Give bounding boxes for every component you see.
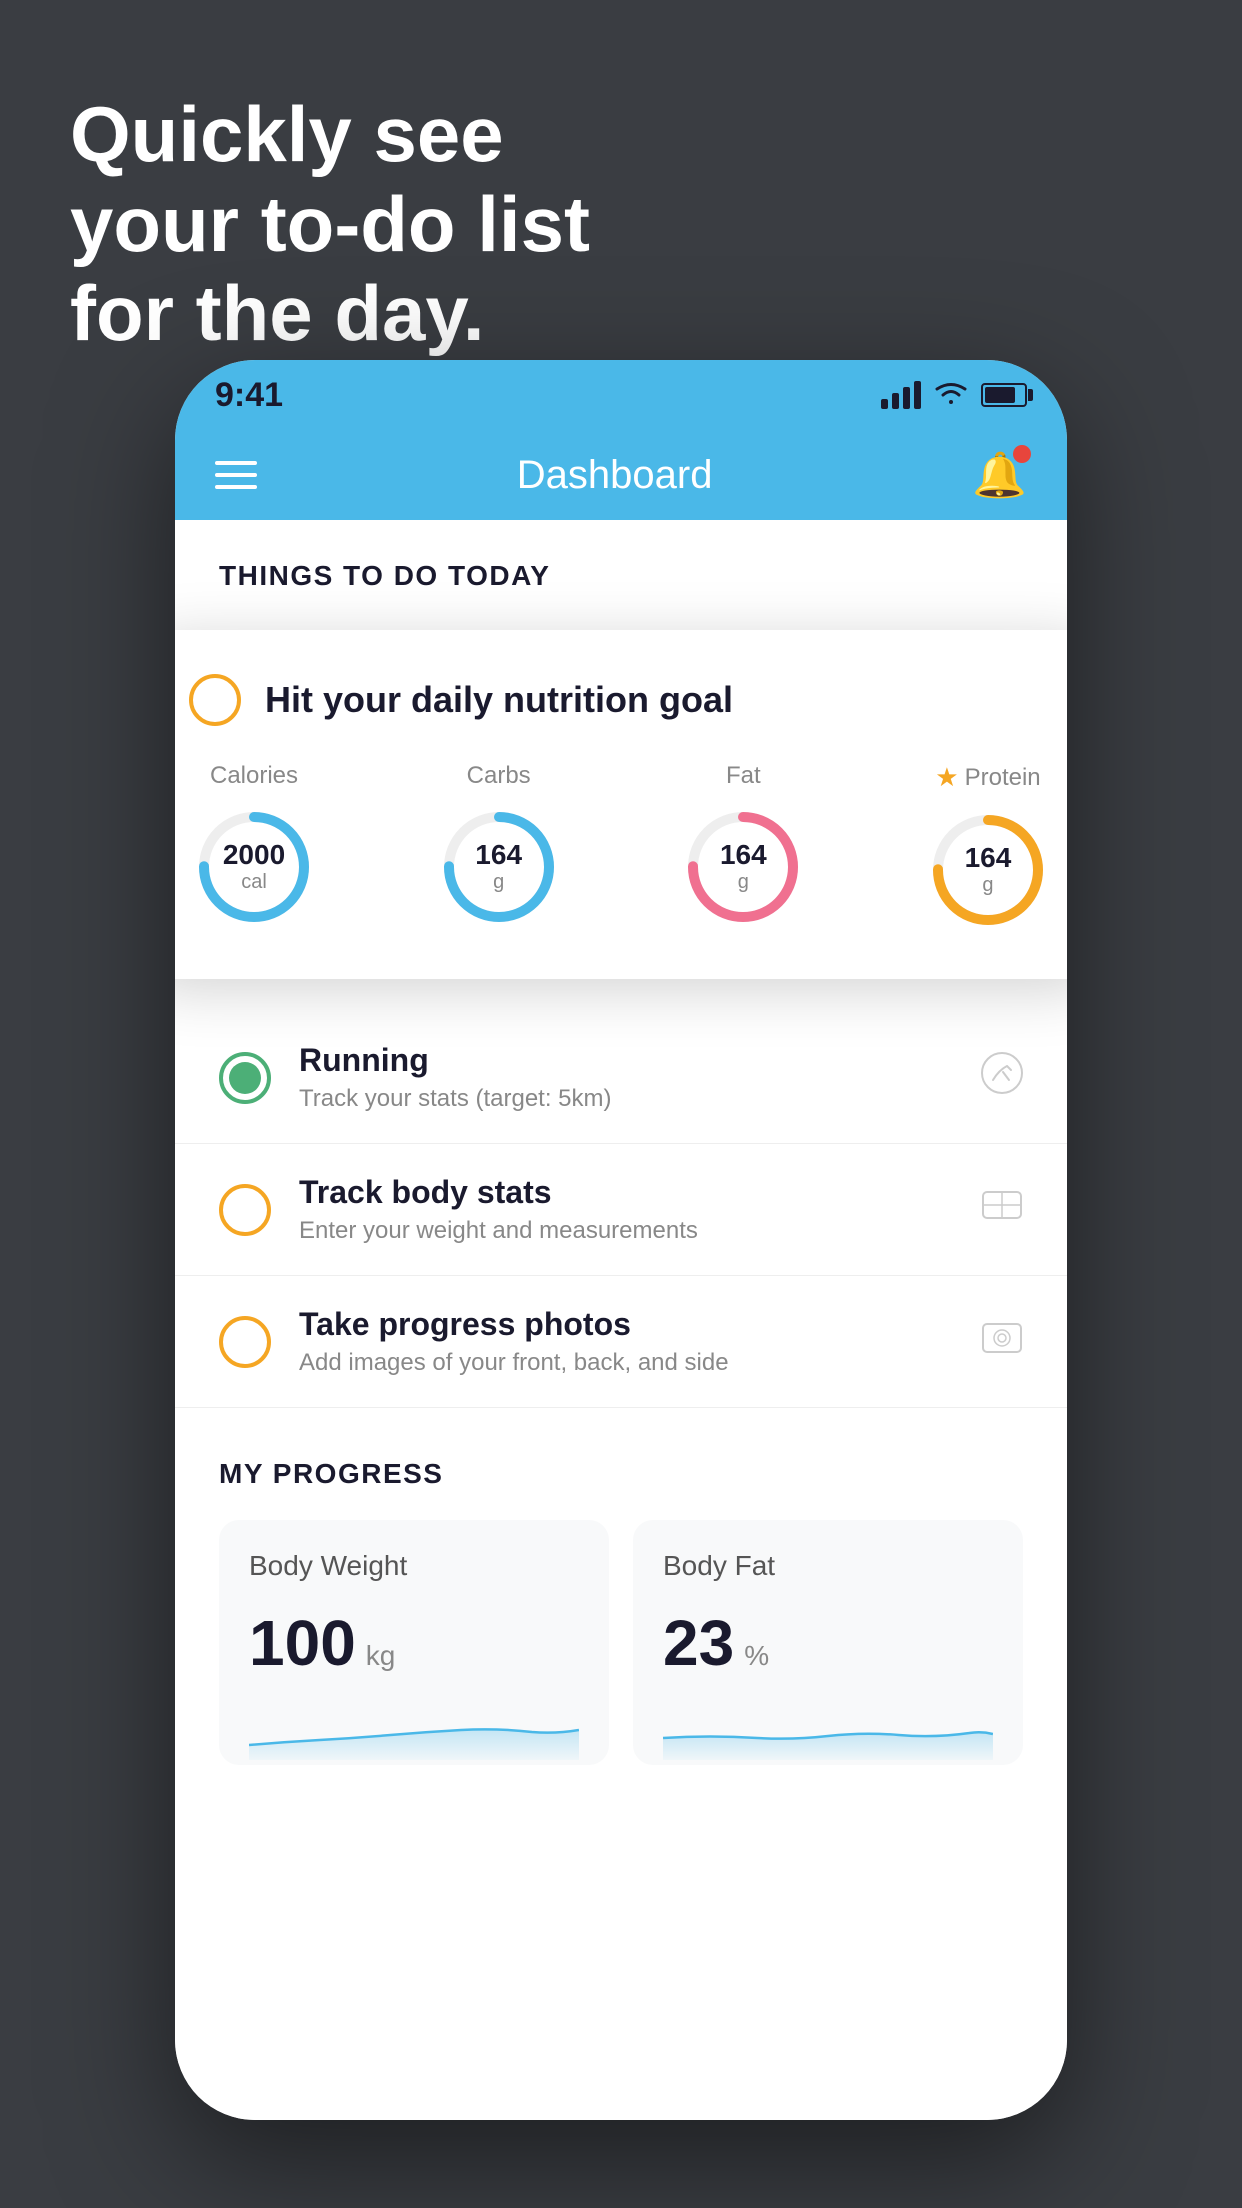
fat-ring: 164 g xyxy=(678,802,808,932)
todo-running[interactable]: Running Track your stats (target: 5km) xyxy=(175,1012,1067,1144)
signal-icon xyxy=(881,381,921,409)
protein-label: Protein xyxy=(965,764,1041,792)
protein-star-icon: ★ xyxy=(935,762,958,793)
running-icon xyxy=(981,1052,1023,1104)
carbs-ring: 164 g xyxy=(434,802,564,932)
todo-body-stats[interactable]: Track body stats Enter your weight and m… xyxy=(175,1144,1067,1276)
photos-check-circle[interactable] xyxy=(219,1316,271,1368)
nutrition-card-title: Hit your daily nutrition goal xyxy=(265,679,733,721)
todo-photos[interactable]: Take progress photos Add images of your … xyxy=(175,1276,1067,1408)
carbs-label: Carbs xyxy=(467,762,531,790)
body-fat-number: 23 xyxy=(663,1606,734,1680)
status-bar: 9:41 xyxy=(175,360,1067,430)
calories-value: 2000 xyxy=(223,840,285,871)
nutrition-calories: Calories 2000 cal xyxy=(189,762,319,935)
body-weight-title: Body Weight xyxy=(249,1550,579,1582)
status-icons xyxy=(881,378,1027,413)
nutrition-grid: Calories 2000 cal Carbs xyxy=(189,762,1053,935)
running-title: Running xyxy=(299,1042,953,1079)
things-to-do-header: THINGS TO DO TODAY xyxy=(175,520,1067,612)
body-weight-value-row: 100 kg xyxy=(249,1606,579,1680)
body-weight-sparkline xyxy=(249,1700,579,1760)
hero-text: Quickly see your to-do list for the day. xyxy=(70,90,590,359)
body-weight-number: 100 xyxy=(249,1606,356,1680)
body-stats-text: Track body stats Enter your weight and m… xyxy=(299,1174,953,1245)
body-stats-icon xyxy=(981,1184,1023,1236)
nutrition-check-circle[interactable] xyxy=(189,674,241,726)
body-stats-subtitle: Enter your weight and measurements xyxy=(299,1217,953,1245)
app-content: THINGS TO DO TODAY Hit your daily nutrit… xyxy=(175,520,1067,2120)
nutrition-fat: Fat 164 g xyxy=(678,762,808,935)
body-weight-unit: kg xyxy=(366,1640,396,1672)
todo-list: Running Track your stats (target: 5km) T… xyxy=(175,1012,1067,1408)
body-fat-sparkline xyxy=(663,1700,993,1760)
protein-ring: 164 g xyxy=(923,805,1053,935)
progress-section: MY PROGRESS Body Weight 100 kg xyxy=(175,1408,1067,1765)
running-subtitle: Track your stats (target: 5km) xyxy=(299,1085,953,1113)
fat-label: Fat xyxy=(726,762,761,790)
calories-ring: 2000 cal xyxy=(189,802,319,932)
nav-bar: Dashboard 🔔 xyxy=(175,430,1067,520)
photos-subtitle: Add images of your front, back, and side xyxy=(299,1349,953,1377)
body-fat-value-row: 23 % xyxy=(663,1606,993,1680)
nutrition-protein: ★ Protein 164 g xyxy=(923,762,1053,935)
notification-bell[interactable]: 🔔 xyxy=(972,449,1027,501)
carbs-value: 164 xyxy=(475,840,522,871)
battery-icon xyxy=(981,383,1027,407)
photos-icon xyxy=(981,1316,1023,1368)
body-stats-title: Track body stats xyxy=(299,1174,953,1211)
photos-title: Take progress photos xyxy=(299,1306,953,1343)
fat-value: 164 xyxy=(720,840,767,871)
nav-title: Dashboard xyxy=(517,453,713,498)
body-stats-check-circle[interactable] xyxy=(219,1184,271,1236)
notification-dot xyxy=(1013,445,1031,463)
protein-value: 164 xyxy=(965,843,1012,874)
photos-text: Take progress photos Add images of your … xyxy=(299,1306,953,1377)
phone-frame: 9:41 Da xyxy=(175,360,1067,2120)
body-fat-title: Body Fat xyxy=(663,1550,993,1582)
body-fat-unit: % xyxy=(744,1640,769,1672)
wifi-icon xyxy=(933,378,969,413)
running-text: Running Track your stats (target: 5km) xyxy=(299,1042,953,1113)
body-fat-card: Body Fat 23 % xyxy=(633,1520,1023,1765)
nutrition-card: Hit your daily nutrition goal Calories 2… xyxy=(175,630,1067,979)
running-check-circle[interactable] xyxy=(219,1052,271,1104)
hamburger-menu[interactable] xyxy=(215,461,257,489)
nutrition-carbs: Carbs 164 g xyxy=(434,762,564,935)
progress-cards: Body Weight 100 kg xyxy=(219,1520,1023,1765)
status-time: 9:41 xyxy=(215,376,283,415)
calories-label: Calories xyxy=(210,762,298,790)
progress-header: MY PROGRESS xyxy=(219,1458,1023,1490)
body-weight-card: Body Weight 100 kg xyxy=(219,1520,609,1765)
